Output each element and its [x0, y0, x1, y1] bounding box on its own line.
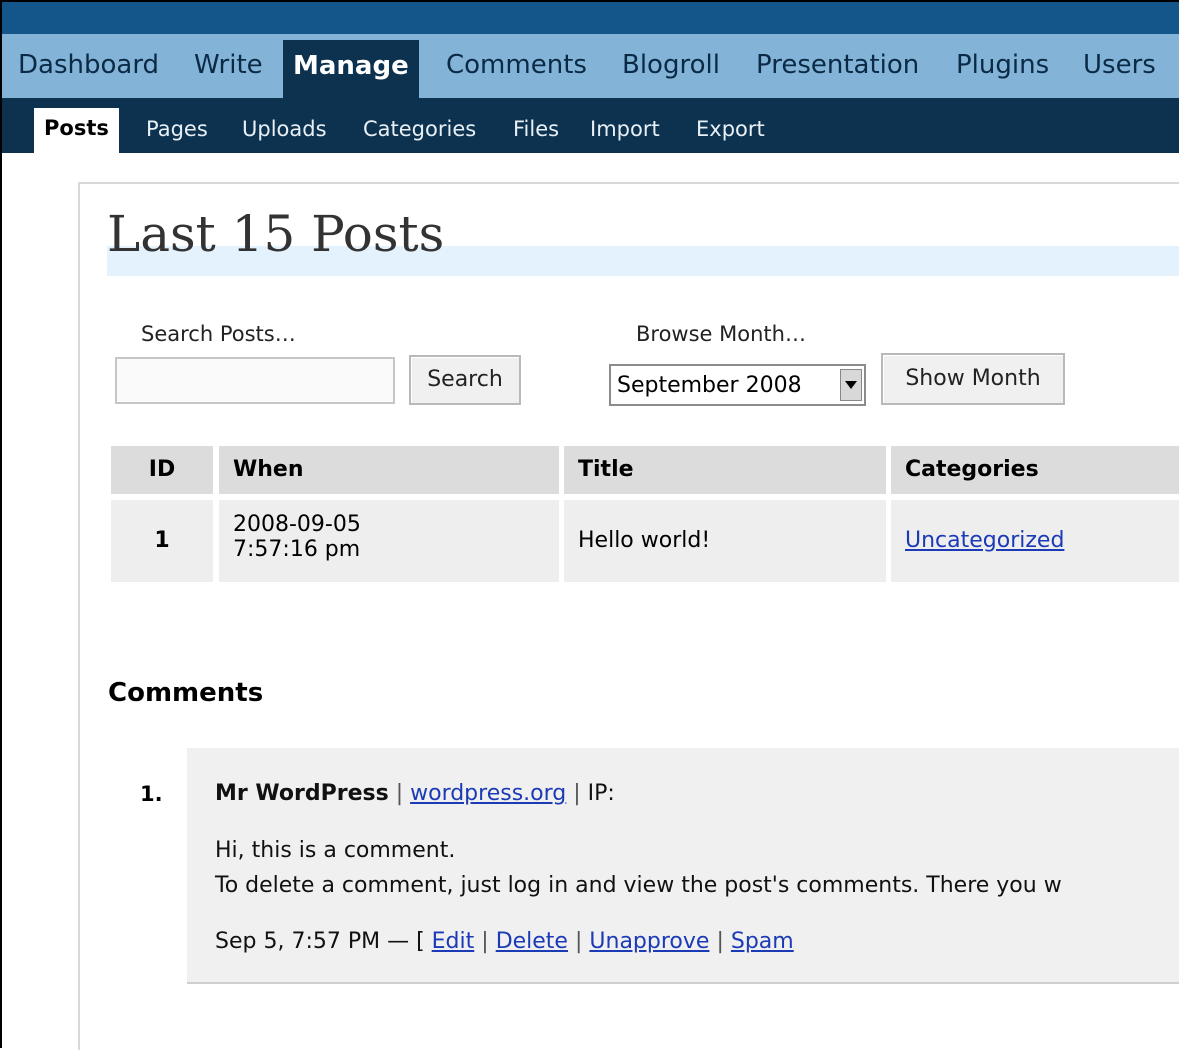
- subnav-pages[interactable]: Pages: [146, 98, 208, 153]
- delete-comment-link[interactable]: Delete: [496, 929, 568, 954]
- browse-month-label: Browse Month…: [636, 322, 806, 346]
- comment-meta: Mr WordPress | wordpress.org | IP:: [215, 781, 615, 806]
- subnav-files[interactable]: Files: [513, 98, 559, 153]
- comment-actions-row: Sep 5, 7:57 PM — [ Edit | Delete | Unapp…: [215, 929, 794, 954]
- subnav-posts[interactable]: Posts: [34, 108, 119, 154]
- separator: |: [395, 781, 404, 806]
- col-header-title: Title: [564, 446, 886, 494]
- subnav-import[interactable]: Import: [590, 98, 660, 153]
- sub-nav: Posts Pages Uploads Categories Files Imp…: [2, 98, 1179, 154]
- search-label: Search Posts…: [141, 322, 296, 346]
- subnav-uploads[interactable]: Uploads: [242, 98, 327, 153]
- search-button[interactable]: Search: [409, 355, 521, 405]
- search-input[interactable]: [115, 357, 395, 404]
- cell-title: Hello world!: [564, 500, 886, 582]
- comment-author-url[interactable]: wordpress.org: [410, 781, 566, 806]
- month-select[interactable]: September 2008: [609, 364, 866, 406]
- nav-users[interactable]: Users: [1083, 34, 1156, 96]
- separator: |: [573, 781, 581, 806]
- subnav-export[interactable]: Export: [696, 98, 765, 153]
- nav-manage[interactable]: Manage: [283, 40, 419, 98]
- cell-categories: Uncategorized: [891, 500, 1179, 582]
- chevron-down-icon[interactable]: [840, 369, 862, 401]
- nav-dashboard[interactable]: Dashboard: [18, 34, 159, 96]
- nav-blogroll[interactable]: Blogroll: [622, 34, 720, 96]
- page-title: Last 15 Posts: [107, 205, 445, 263]
- comment-text-line1: Hi, this is a comment.: [215, 838, 456, 863]
- comments-heading: Comments: [108, 678, 264, 708]
- category-link[interactable]: Uncategorized: [905, 528, 1064, 553]
- nav-comments[interactable]: Comments: [446, 34, 587, 96]
- admin-top-strip: [2, 2, 1179, 34]
- main-nav: Dashboard Write Manage Comments Blogroll…: [2, 34, 1179, 98]
- separator: |: [716, 929, 724, 954]
- col-header-when: When: [219, 446, 559, 494]
- cell-when: 2008-09-05 7:57:16 pm: [219, 500, 559, 582]
- show-month-button[interactable]: Show Month: [881, 353, 1065, 405]
- comment-ip-label: IP:: [587, 781, 615, 806]
- nav-presentation[interactable]: Presentation: [756, 34, 919, 96]
- separator: |: [481, 929, 489, 954]
- col-header-categories: Categories: [891, 446, 1179, 494]
- comment-timestamp: Sep 5, 7:57 PM — [: [215, 929, 425, 954]
- post-time: 7:57:16 pm: [233, 537, 361, 562]
- comment-number: 1.: [140, 782, 163, 806]
- nav-write[interactable]: Write: [194, 34, 263, 96]
- subnav-categories[interactable]: Categories: [363, 98, 476, 153]
- col-header-id: ID: [111, 446, 213, 494]
- comment-author: Mr WordPress: [215, 781, 389, 806]
- comment-text-line2: To delete a comment, just log in and vie…: [215, 873, 1062, 898]
- unapprove-comment-link[interactable]: Unapprove: [589, 929, 709, 954]
- month-select-value: September 2008: [617, 373, 802, 398]
- cell-id: 1: [111, 500, 213, 582]
- post-date: 2008-09-05: [233, 512, 361, 537]
- separator: |: [574, 929, 583, 954]
- spam-comment-link[interactable]: Spam: [731, 929, 794, 954]
- nav-plugins[interactable]: Plugins: [956, 34, 1049, 96]
- edit-comment-link[interactable]: Edit: [432, 929, 475, 954]
